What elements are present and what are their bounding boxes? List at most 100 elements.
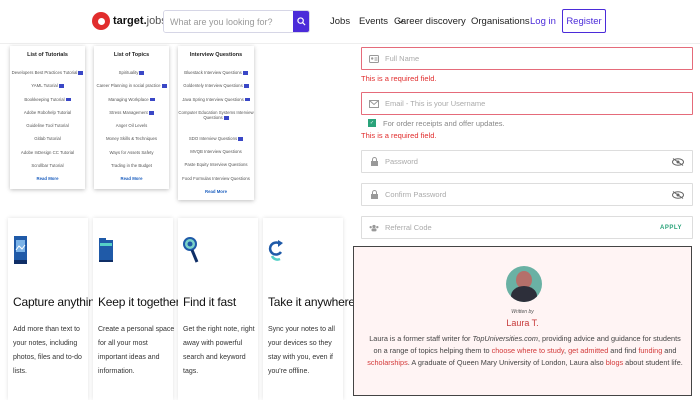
flag-icon <box>223 116 229 120</box>
full-name-field[interactable]: Full Name <box>361 47 693 70</box>
author-name[interactable]: Laura T. <box>354 318 691 328</box>
folder-icon <box>99 238 113 262</box>
menu-item[interactable]: Career Planning in social practice <box>94 83 169 96</box>
read-more-link[interactable]: Read More <box>10 176 85 181</box>
bio-link[interactable]: get admitted <box>568 346 608 355</box>
password-field[interactable]: Password <box>361 150 693 173</box>
menu-item[interactable]: Paste Equity Interview Questions <box>178 162 254 175</box>
flag-icon <box>243 84 249 88</box>
menu-item[interactable]: SDO Interview Questions <box>178 136 254 149</box>
search-button[interactable] <box>293 11 309 32</box>
search-bar <box>163 10 310 33</box>
page: target.jobs Jobs Events Career discovery… <box>0 0 700 400</box>
feature-title: Capture anything <box>13 295 102 309</box>
full-name-error: This is a required field. <box>361 74 437 83</box>
flag-icon <box>65 97 71 102</box>
menu-item[interactable]: Food Formulas Interview Questions <box>178 176 254 189</box>
flag-icon <box>244 97 250 102</box>
register-button[interactable]: Register <box>562 9 606 33</box>
menu-title: Interview Questions <box>189 52 243 58</box>
order-updates-checkbox[interactable]: ✓ <box>368 119 376 127</box>
feature-card-anywhere: Take it anywhere Sync your notes to all … <box>263 218 355 400</box>
feature-description: Add more than text to your notes, includ… <box>13 326 82 375</box>
bio-link[interactable]: funding <box>638 346 662 355</box>
menu-item[interactable]: Scrollbar Tutorial <box>10 163 85 176</box>
menu-item[interactable]: Java Spring Interview Questions <box>178 97 254 110</box>
menu-item[interactable]: YAML Tutorial <box>10 83 85 96</box>
menu-title: List of Topics <box>113 52 150 58</box>
nav-organisations[interactable]: Organisations <box>471 16 530 27</box>
flag-icon <box>58 84 64 88</box>
email-placeholder: Email - This is your Username <box>385 99 486 108</box>
search-icon <box>296 17 306 26</box>
menu-item[interactable]: Managing Workplace <box>94 97 169 110</box>
feature-description: Create a personal space for all your mos… <box>98 326 175 375</box>
menu-item[interactable]: Anger Oil Levels <box>94 123 169 136</box>
menu-item[interactable]: Goldentely Interview Questions <box>178 83 254 96</box>
feature-description: Sync your notes to all your devices so t… <box>268 326 335 375</box>
order-updates-label: For order receipts and offer updates. <box>383 119 505 128</box>
menu-item[interactable]: Money Skills & Techniques <box>94 136 169 149</box>
email-field[interactable]: Email - This is your Username <box>361 92 693 115</box>
apply-button[interactable]: APPLY <box>660 225 682 231</box>
feature-description: Get the right note, right away with powe… <box>183 326 255 375</box>
bio-link[interactable]: scholarships <box>367 358 408 367</box>
target-logo-icon <box>92 12 110 30</box>
menu-item[interactable]: Gitlab Tutorial <box>10 136 85 149</box>
author-bio: Laura is a former staff writer for TopUn… <box>367 334 683 367</box>
lock-icon <box>369 190 379 199</box>
flag-icon <box>161 84 167 88</box>
image-document-icon <box>14 236 27 264</box>
id-card-icon <box>369 54 379 63</box>
logo-text: target.jobs <box>113 15 167 27</box>
menu-item[interactable]: Spirituality <box>94 70 169 83</box>
email-error: This is a required field. <box>361 131 437 140</box>
flag-icon <box>78 71 84 75</box>
nav-career-discovery[interactable]: Career discovery <box>394 16 466 27</box>
menu-item[interactable]: Adobe Robohelp Tutorial <box>10 110 85 123</box>
author-avatar <box>506 266 542 302</box>
envelope-icon <box>369 99 379 108</box>
search-input[interactable] <box>164 11 293 32</box>
sync-icon <box>268 240 283 261</box>
feature-card-together: Keep it together Create a personal space… <box>93 218 180 400</box>
eye-slash-icon[interactable] <box>672 191 684 199</box>
full-name-placeholder: Full Name <box>385 54 420 63</box>
referral-placeholder: Referral Code <box>385 223 432 232</box>
bio-link[interactable]: blogs <box>606 358 623 367</box>
menu-item[interactable]: Stress Management <box>94 110 169 123</box>
login-link[interactable]: Log in <box>530 16 556 27</box>
feature-card-capture: Capture anything Add more than text to y… <box>8 218 101 400</box>
nav-jobs[interactable]: Jobs <box>330 16 350 27</box>
flag-icon <box>148 111 154 115</box>
password-placeholder: Password <box>385 157 418 166</box>
menu-card-topics: List of Topics Spirituality Career Plann… <box>94 46 169 189</box>
menu-item[interactable]: Adobe InDesign CC Tutorial <box>10 150 85 163</box>
menu-item[interactable]: Trading in the Budget <box>94 163 169 176</box>
site-logo[interactable]: target.jobs <box>92 12 167 30</box>
menu-item[interactable]: MVQB Interview Questions <box>178 149 254 162</box>
flag-icon <box>238 137 244 141</box>
menu-item[interactable]: Bookkeeping Tutorial <box>10 97 85 110</box>
menu-item[interactable]: Developers Best Practices Tutorial <box>10 70 85 83</box>
feature-title: Find it fast <box>183 295 236 309</box>
eye-slash-icon[interactable] <box>672 158 684 166</box>
confirm-password-field[interactable]: Confirm Password <box>361 183 693 206</box>
flag-icon <box>149 97 155 102</box>
menu-item[interactable]: Computer Education Systems Interview Que… <box>178 110 254 136</box>
menu-item[interactable]: Ways for Assets Safety <box>94 150 169 163</box>
menu-item[interactable]: Guideline Tool Tutorial <box>10 123 85 136</box>
feature-title: Keep it together <box>98 295 180 309</box>
read-more-link[interactable]: Read More <box>94 176 169 181</box>
written-by-label: Written by <box>511 309 534 315</box>
feature-title: Take it anywhere <box>268 295 355 309</box>
confirm-password-placeholder: Confirm Password <box>385 190 447 199</box>
bio-link[interactable]: choose where to study <box>492 346 564 355</box>
users-icon <box>369 224 379 232</box>
flag-icon <box>242 71 248 75</box>
referral-code-field[interactable]: Referral Code APPLY <box>361 216 693 239</box>
nav-events[interactable]: Events <box>359 16 388 27</box>
read-more-link[interactable]: Read More <box>178 189 254 194</box>
menu-item[interactable]: Bluestack Interview Questions <box>178 70 254 83</box>
menu-card-interview-questions: Interview Questions Bluestack Interview … <box>178 46 254 200</box>
